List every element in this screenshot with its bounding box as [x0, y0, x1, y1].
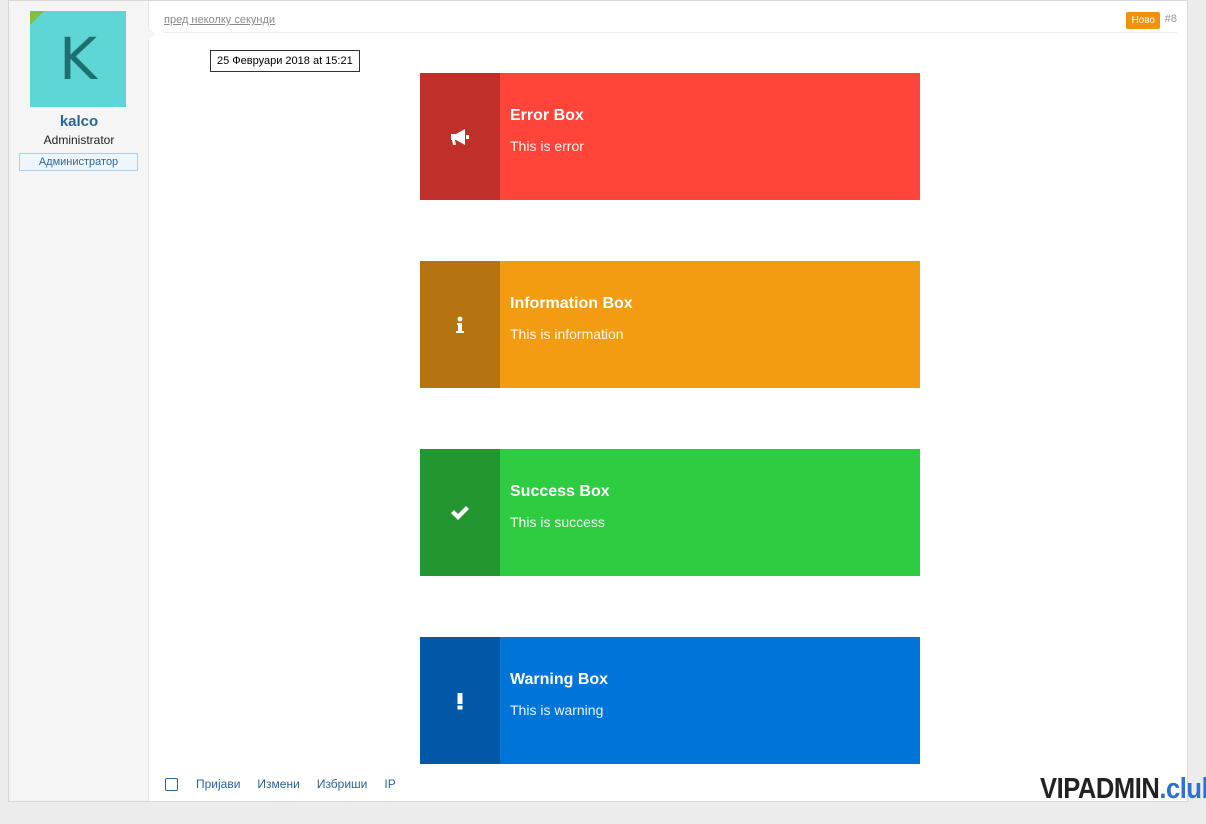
- user-banner: Администратор: [19, 153, 138, 171]
- success-box-text: This is success: [510, 514, 605, 530]
- exclamation-icon: [420, 637, 500, 764]
- message-post: K kalco Administrator Администратор пред…: [8, 0, 1188, 802]
- error-box: Error Box This is error: [420, 73, 920, 200]
- header-divider: [164, 32, 1177, 33]
- success-box-title: Success Box: [510, 483, 610, 500]
- user-title: Administrator: [43, 133, 115, 147]
- user-sidebar: K kalco Administrator Администратор: [9, 1, 149, 801]
- avatar[interactable]: K: [30, 11, 126, 107]
- delete-link[interactable]: Избриши: [317, 777, 368, 791]
- success-box-body: Success Box This is success: [500, 449, 920, 576]
- warning-box: Warning Box This is warning: [420, 637, 920, 764]
- site-watermark: VIPADMIN.club: [1040, 773, 1206, 805]
- edit-link[interactable]: Измени: [257, 777, 299, 791]
- megaphone-icon: [420, 73, 500, 200]
- information-box-body: Information Box This is information: [500, 261, 920, 388]
- avatar-letter: K: [58, 25, 98, 93]
- error-box-title: Error Box: [510, 107, 584, 124]
- success-box: Success Box This is success: [420, 449, 920, 576]
- warning-box-body: Warning Box This is warning: [500, 637, 920, 764]
- report-link[interactable]: Пријави: [196, 777, 240, 791]
- select-post-checkbox[interactable]: [165, 777, 178, 791]
- ip-link[interactable]: IP: [384, 777, 395, 791]
- information-box-title: Information Box: [510, 295, 633, 312]
- watermark-part1: VIPADMIN: [1040, 773, 1160, 805]
- warning-box-title: Warning Box: [510, 671, 609, 688]
- post-time-link[interactable]: пред неколку секунди: [164, 14, 275, 26]
- message-content: пред неколку секунди Ново #8 25 Февруари…: [149, 1, 1187, 801]
- post-number-link[interactable]: #8: [1165, 13, 1177, 25]
- post-controls: Пријави Измени Избриши IP: [165, 777, 413, 791]
- error-box-body: Error Box This is error: [500, 73, 920, 200]
- new-badge: Ново: [1126, 12, 1160, 29]
- check-icon: [420, 449, 500, 576]
- watermark-part2: .club: [1159, 773, 1206, 805]
- information-box-text: This is information: [510, 326, 624, 342]
- information-box: Information Box This is information: [420, 261, 920, 388]
- online-status-indicator: [30, 11, 44, 25]
- username-link[interactable]: kalco: [9, 113, 149, 130]
- error-box-text: This is error: [510, 138, 584, 154]
- warning-box-text: This is warning: [510, 702, 604, 718]
- date-tooltip: 25 Февруари 2018 at 15:21: [210, 50, 360, 72]
- info-icon: [420, 261, 500, 388]
